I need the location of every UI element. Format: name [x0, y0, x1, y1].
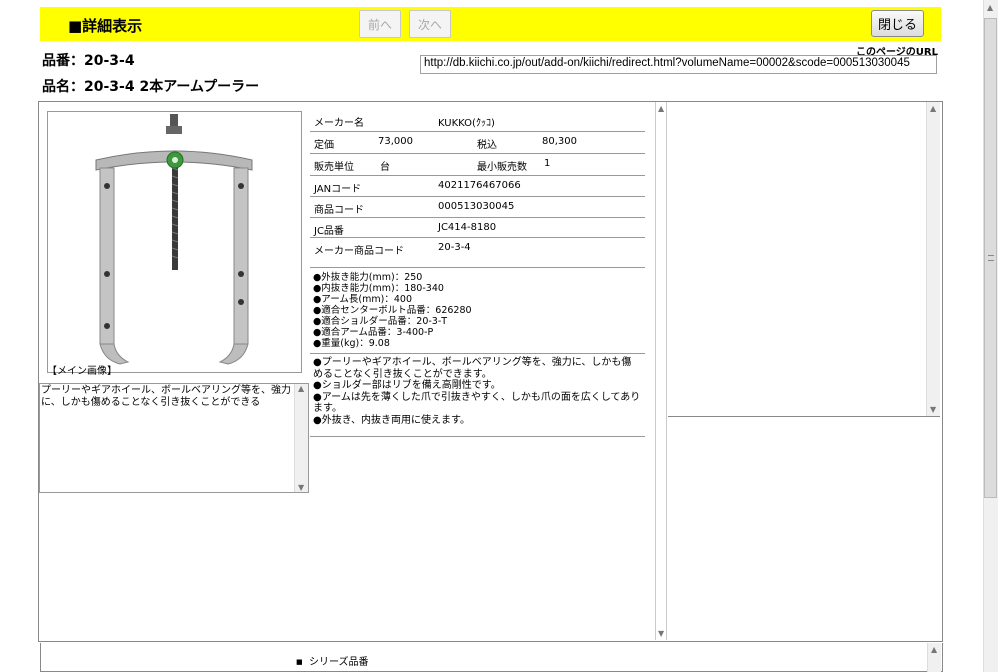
- spec-row-maker: メーカー名 KUKKO(ｸｯｺ): [310, 110, 645, 132]
- divider: [310, 436, 645, 437]
- series-label-text: シリーズ品番: [308, 657, 369, 668]
- scroll-up-icon[interactable]: ▲: [987, 3, 993, 12]
- spec-value: 000513030045: [438, 201, 515, 212]
- spec-row-maker-code: メーカー商品コード 20-3-4: [310, 238, 645, 268]
- list-item: ●アーム長(mm)：400: [313, 294, 412, 305]
- spec-label: 税込: [477, 140, 497, 151]
- scroll-down-icon[interactable]: ▼: [930, 405, 936, 414]
- prev-button[interactable]: 前へ: [359, 10, 401, 38]
- related-scrollbar[interactable]: ▲ ▼: [926, 102, 940, 416]
- spec-value: 73,000: [378, 136, 413, 147]
- scroll-up-icon[interactable]: ▲: [931, 645, 937, 654]
- feature-list: ●外抜き能力(mm)：250 ●内抜き能力(mm)：180-340 ●アーム長(…: [313, 272, 643, 349]
- list-item: ●適合センターボルト品番：626280: [313, 305, 472, 316]
- list-item: ●ショルダー部はリブを備え高剛性です。: [313, 380, 501, 391]
- spec-row-code: 商品コード 000513030045: [310, 197, 645, 218]
- spec-row-unit: 販売単位 台 最小販売数 1: [310, 154, 645, 176]
- list-item: ●内抜き能力(mm)：180-340: [313, 283, 444, 294]
- spec-value: 20-3-4: [438, 242, 471, 253]
- list-item: ●適合アーム品番：3-400-P: [313, 327, 434, 338]
- next-button[interactable]: 次へ: [409, 10, 451, 38]
- scroll-up-icon[interactable]: ▲: [658, 104, 664, 113]
- scroll-up-icon[interactable]: ▲: [930, 104, 936, 113]
- spec-label: JANコード: [314, 184, 362, 195]
- page-title: ■詳細表示: [68, 17, 143, 35]
- list-item: ●重量(kg)：9.08: [313, 338, 390, 349]
- spec-label: メーカー名: [314, 118, 364, 129]
- content-scrollbar[interactable]: ▲ ▼: [655, 102, 667, 640]
- description-box[interactable]: プーリーやギアホイール、ボールベアリング等を、強力に、しかも傷めることなく引き抜…: [39, 383, 309, 493]
- list-item: ●アームは先を薄くした爪で引抜きやすく、しかも爪の面を広くしてあります。: [313, 391, 641, 415]
- spec-label: 定価: [314, 140, 334, 151]
- divider: [310, 353, 645, 354]
- page-scroll-thumb[interactable]: [984, 18, 997, 498]
- series-label: ■ シリーズ品番: [296, 653, 368, 668]
- notes-list: ●プーリーやギアホイール、ボールベアリング等を、強力に、しかも傷めることなく引き…: [313, 357, 641, 426]
- product-number: 品番：20-3-4: [42, 53, 135, 69]
- product-name: 品名：20-3-4 2本アームプーラー: [42, 79, 260, 95]
- list-item: ●適合ショルダー品番：20-3-T: [313, 316, 448, 327]
- list-item: ●プーリーやギアホイール、ボールベアリング等を、強力に、しかも傷めることなく引き…: [313, 357, 632, 380]
- spec-label: 最小販売数: [477, 162, 527, 173]
- spec-value: 台: [380, 162, 390, 173]
- url-field[interactable]: http://db.kiichi.co.jp/out/add-on/kiichi…: [420, 55, 937, 74]
- product-image: [47, 111, 302, 373]
- scroll-up-icon[interactable]: ▲: [298, 384, 304, 393]
- spec-label: JC品番: [314, 226, 344, 237]
- spec-label: 商品コード: [314, 205, 364, 216]
- header-bar: [40, 7, 941, 41]
- spec-value: 4021176467066: [438, 180, 521, 191]
- spec-row-price: 定価 73,000 税込 80,300: [310, 132, 645, 154]
- scroll-down-icon[interactable]: ▼: [658, 629, 664, 638]
- spec-value: 80,300: [542, 136, 577, 147]
- puller-illustration: [95, 114, 253, 365]
- description-scrollbar[interactable]: ▲ ▼: [294, 384, 308, 492]
- spec-value: JC414-8180: [438, 222, 497, 233]
- bullet-icon: ■: [296, 658, 303, 666]
- spec-row-jc: JC品番 JC414-8180: [310, 218, 645, 238]
- description-text: プーリーやギアホイール、ボールベアリング等を、強力に、しかも傷めることなく引き抜…: [41, 385, 291, 408]
- spec-row-jan: JANコード 4021176467066: [310, 176, 645, 197]
- list-item: ●外抜き能力(mm)：250: [313, 272, 423, 283]
- series-panel: [40, 643, 943, 672]
- spec-label: 販売単位: [314, 162, 354, 173]
- spec-value: 1: [544, 158, 551, 169]
- grip-icon: [988, 255, 994, 261]
- list-item: ●外抜き、内抜き両用に使えます。: [313, 414, 471, 426]
- spec-value: KUKKO(ｸｯｺ): [438, 118, 495, 129]
- spec-label: メーカー商品コード: [314, 246, 404, 257]
- close-button[interactable]: 閉じる: [871, 10, 924, 37]
- scroll-down-icon[interactable]: ▼: [298, 483, 304, 492]
- series-scrollbar[interactable]: ▲: [927, 643, 941, 672]
- image-caption: 【メイン画像】: [47, 366, 117, 377]
- related-panel: [668, 102, 940, 417]
